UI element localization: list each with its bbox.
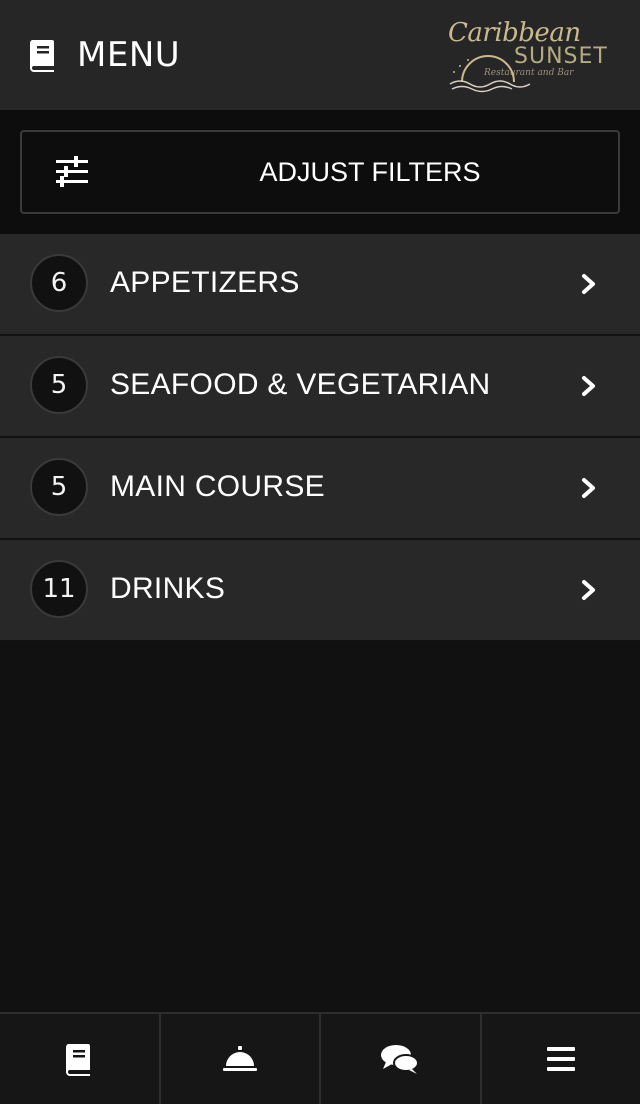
app-header: MENU Caribbean SUNSET Restaurant and Bar [0,0,640,110]
restaurant-logo[interactable]: Caribbean SUNSET Restaurant and Bar [440,14,620,94]
category-label: APPETIZERS [110,266,300,299]
item-count-badge: 5 [30,458,88,516]
book-icon [29,40,54,72]
tab-more[interactable] [482,1014,640,1104]
service-bell-icon [222,1046,257,1071]
chevron-right-icon [582,376,595,396]
category-row-drinks[interactable]: 11 DRINKS [0,540,640,642]
item-count-badge: 5 [30,356,88,414]
chat-bubbles-icon [381,1045,420,1074]
category-row-main-course[interactable]: 5 MAIN COURSE [0,438,640,540]
item-count-badge: 6 [30,254,88,312]
adjust-filters-label: ADJUST FILTERS [259,157,481,187]
tab-call-waiter[interactable] [161,1014,321,1104]
filter-bar: ADJUST FILTERS [0,110,640,234]
chevron-right-icon [582,274,595,294]
category-list: 6 APPETIZERS 5 SEAFOOD & VEGETARIAN 5 MA… [0,234,640,642]
category-label: DRINKS [110,572,226,605]
category-row-seafood-vegetarian[interactable]: 5 SEAFOOD & VEGETARIAN [0,336,640,438]
tab-chat[interactable] [321,1014,482,1104]
sunset-wave-icon [449,55,531,93]
tab-menu[interactable] [0,1014,161,1104]
category-label: SEAFOOD & VEGETARIAN [110,368,491,401]
category-row-appetizers[interactable]: 6 APPETIZERS [0,234,640,336]
chevron-right-icon [582,478,595,498]
item-count-badge: 11 [30,560,88,618]
hamburger-menu-icon [546,1047,575,1071]
chevron-right-icon [582,580,595,600]
category-label: MAIN COURSE [110,470,325,503]
adjust-filters-button[interactable]: ADJUST FILTERS [20,130,620,214]
book-icon [66,1044,91,1076]
bottom-tab-bar [0,1012,640,1104]
page-title: MENU [77,35,181,75]
